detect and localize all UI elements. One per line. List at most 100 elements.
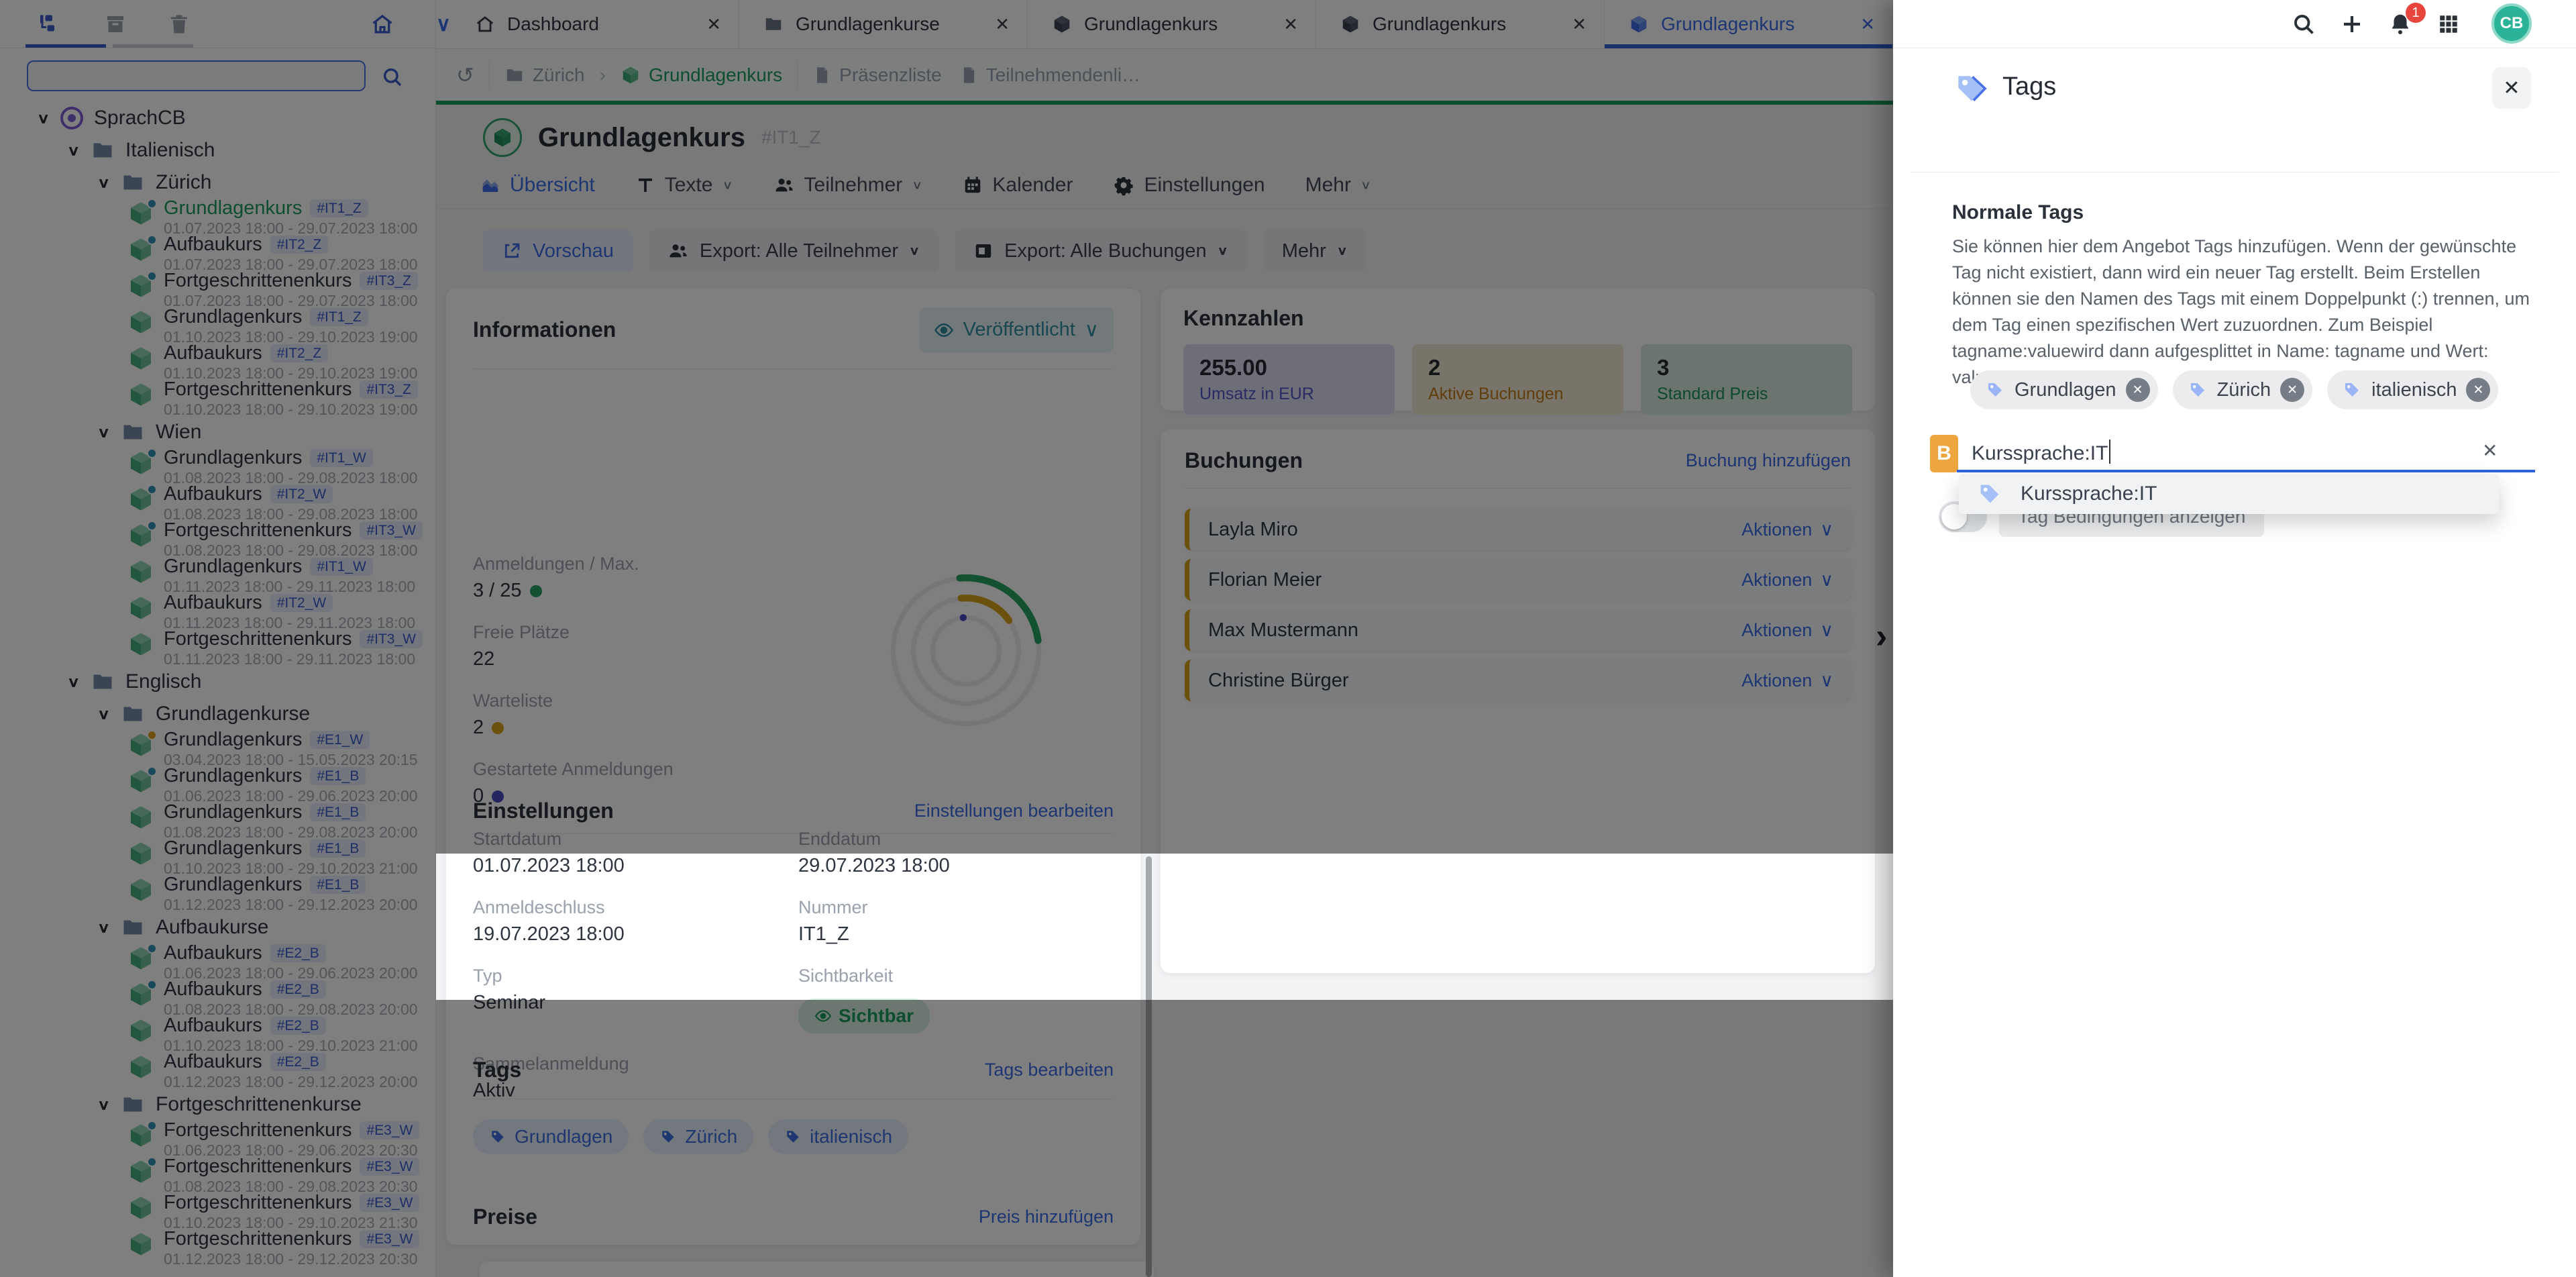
tags-edit-link[interactable]: Tags bearbeiten	[985, 1060, 1114, 1080]
tree-course-item[interactable]: Aufbaukurs#E2_B01.06.2023 18:00 - 29.06.…	[0, 943, 435, 980]
booking-actions-button[interactable]: Aktionen∨	[1741, 670, 1833, 691]
booking-row[interactable]: Max MustermannAktionen∨	[1185, 609, 1851, 651]
window-tab-grundlagenkurs[interactable]: Grundlagenkurs✕	[1316, 0, 1605, 48]
tag-suggestion-item[interactable]: Kurssprache:IT	[1959, 474, 2499, 514]
mehr-button[interactable]: Mehr∨	[1263, 229, 1366, 272]
tree-folder-item[interactable]: ∨Aufbaukurse	[0, 911, 435, 943]
close-icon[interactable]: ✕	[2492, 67, 2531, 109]
page-tab-teilnehmer[interactable]: Teilnehmer∨	[773, 174, 923, 197]
page-tab-übersicht[interactable]: Übersicht	[480, 174, 595, 197]
remove-tag-icon[interactable]: ✕	[2126, 378, 2150, 402]
tree-course-item[interactable]: Aufbaukurs#E2_B01.12.2023 18:00 - 29.12.…	[0, 1052, 435, 1088]
remove-tag-icon[interactable]: ✕	[2466, 378, 2490, 402]
course-name: Grundlagenkurs	[164, 447, 302, 468]
close-icon[interactable]: ✕	[1283, 14, 1298, 35]
tag-chip[interactable]: Grundlagen	[473, 1119, 629, 1154]
window-tab-grundlagenkurse[interactable]: Grundlagenkurse✕	[739, 0, 1028, 48]
tree-course-item[interactable]: Grundlagenkurs#E1_B01.06.2023 18:00 - 29…	[0, 766, 435, 803]
booking-row[interactable]: Layla MiroAktionen∨	[1185, 509, 1851, 550]
close-icon[interactable]: ✕	[995, 14, 1010, 35]
tree-course-item[interactable]: Grundlagenkurs#IT1_Z01.07.2023 18:00 - 2…	[0, 199, 435, 235]
tree-course-item[interactable]: Aufbaukurs#E2_B01.10.2023 18:00 - 29.10.…	[0, 1016, 435, 1052]
page-tab-mehr[interactable]: Mehr∨	[1305, 174, 1371, 197]
remove-tag-icon[interactable]: ✕	[2280, 378, 2304, 402]
tree-org-item[interactable]: ∨SprachCB	[0, 102, 435, 134]
close-icon[interactable]: ✕	[706, 14, 721, 35]
booking-actions-button[interactable]: Aktionen∨	[1741, 519, 1833, 540]
tree-course-item[interactable]: Grundlagenkurs#E1_B01.10.2023 18:00 - 29…	[0, 839, 435, 875]
tree-course-item[interactable]: Grundlagenkurs#E1_W03.04.2023 18:00 - 15…	[0, 730, 435, 766]
tree-course-item[interactable]: Grundlagenkurs#E1_B01.12.2023 18:00 - 29…	[0, 875, 435, 911]
clear-input-icon[interactable]: ✕	[2482, 440, 2498, 462]
breadcrumb-folder[interactable]: Zürich	[490, 64, 600, 86]
chart-icon	[480, 175, 500, 195]
tree-course-item[interactable]: Grundlagenkurs#IT1_W01.11.2023 18:00 - 2…	[0, 557, 435, 593]
tree-course-item[interactable]: Grundlagenkurs#E1_B01.08.2023 18:00 - 29…	[0, 803, 435, 839]
tree-course-item[interactable]: Aufbaukurs#E2_B01.08.2023 18:00 - 29.08.…	[0, 980, 435, 1016]
tree-folder-item[interactable]: ∨Italienisch	[0, 134, 435, 166]
search-icon[interactable]	[2289, 9, 2318, 39]
window-tab-dashboard[interactable]: Dashboard✕	[451, 0, 739, 48]
tree-course-item[interactable]: Grundlagenkurs#IT1_Z01.10.2023 18:00 - 2…	[0, 307, 435, 344]
breadcrumb-doc-teilnehmendenliste[interactable]: Teilnehmendenli…	[957, 64, 1155, 86]
tree-course-item[interactable]: Aufbaukurs#IT2_W01.08.2023 18:00 - 29.08…	[0, 484, 435, 521]
export-buchungen-button[interactable]: Export: Alle Buchungen∨	[955, 229, 1247, 272]
tag-input[interactable]: Kurssprache:IT	[1972, 440, 2110, 465]
tree-folder-item[interactable]: ∨Zürich	[0, 166, 435, 199]
tree-course-item[interactable]: Aufbaukurs#IT2_Z01.07.2023 18:00 - 29.07…	[0, 235, 435, 271]
page-tab-einstellungen[interactable]: Einstellungen	[1113, 174, 1265, 197]
home-icon[interactable]	[368, 9, 397, 39]
preis-add-link[interactable]: Preis hinzufügen	[979, 1207, 1114, 1227]
tree-course-item[interactable]: Aufbaukurs#IT2_W01.11.2023 18:00 - 29.11…	[0, 593, 435, 629]
archive-icon[interactable]	[101, 9, 130, 39]
tag-chip[interactable]: italienisch	[768, 1119, 908, 1154]
tree-folder-item[interactable]: ∨Wien	[0, 416, 435, 448]
apps-icon[interactable]	[2434, 9, 2463, 39]
tree-folder-item[interactable]: ∨Englisch	[0, 666, 435, 698]
course-cube-icon	[127, 1054, 154, 1080]
tree-folder-item[interactable]: ∨Fortgeschrittenenkurse	[0, 1088, 435, 1121]
page-tab-kalender[interactable]: Kalender	[963, 174, 1073, 197]
breadcrumb-doc-praesenzliste[interactable]: Präsenzliste	[798, 64, 957, 86]
field-label: Freie Plätze	[473, 622, 674, 643]
booking-row[interactable]: Christine BürgerAktionen∨	[1185, 660, 1851, 701]
trash-icon[interactable]	[164, 9, 194, 39]
tree-course-item[interactable]: Fortgeschrittenenkurs#IT3_Z01.07.2023 18…	[0, 271, 435, 307]
window-tab-grundlagenkurs[interactable]: Grundlagenkurs✕	[1605, 0, 1893, 48]
tree-course-item[interactable]: Fortgeschrittenenkurs#E3_W01.10.2023 18:…	[0, 1193, 435, 1229]
close-icon[interactable]: ✕	[1860, 14, 1875, 35]
tree-course-item[interactable]: Aufbaukurs#IT2_Z01.10.2023 18:00 - 29.10…	[0, 344, 435, 380]
vorschau-button[interactable]: Vorschau	[483, 229, 633, 272]
booking-actions-button[interactable]: Aktionen∨	[1741, 620, 1833, 641]
tree-folder-item[interactable]: ∨Grundlagenkurse	[0, 698, 435, 730]
tree-icon[interactable]	[34, 9, 63, 39]
booking-row[interactable]: Florian MeierAktionen∨	[1185, 559, 1851, 601]
avatar[interactable]: CB	[2491, 3, 2532, 44]
settings-edit-link[interactable]: Einstellungen bearbeiten	[914, 801, 1114, 821]
tree-course-item[interactable]: Fortgeschrittenenkurs#E3_W01.12.2023 18:…	[0, 1229, 435, 1266]
tree-course-item[interactable]: Fortgeschrittenenkurs#IT3_W01.08.2023 18…	[0, 521, 435, 557]
breadcrumb-course[interactable]: Grundlagenkurs	[606, 64, 797, 86]
page-tab-texte[interactable]: Texte∨	[635, 174, 733, 197]
panel-collapse-handle[interactable]: ›	[1876, 616, 1887, 656]
panel-header: 1 CB	[1893, 0, 2576, 48]
tag-chip[interactable]: Zürich	[643, 1119, 753, 1154]
buchung-add-link[interactable]: Buchung hinzufügen	[1686, 450, 1851, 471]
close-icon[interactable]: ✕	[1572, 14, 1587, 35]
search-icon[interactable]	[381, 66, 404, 89]
chevron-down-icon[interactable]: ∨	[436, 0, 451, 48]
tree-course-item[interactable]: Fortgeschrittenenkurs#E3_W01.08.2023 18:…	[0, 1157, 435, 1193]
tree-course-item[interactable]: Fortgeschrittenenkurs#IT3_W01.11.2023 18…	[0, 629, 435, 666]
publish-status-button[interactable]: Veröffentlicht∨	[919, 307, 1114, 352]
content-scrollbar[interactable]	[1146, 856, 1152, 1277]
sidebar-search-input[interactable]	[27, 60, 366, 91]
tag-label: Zürich	[685, 1126, 737, 1147]
tree-course-item[interactable]: Fortgeschrittenenkurs#E3_W01.06.2023 18:…	[0, 1121, 435, 1157]
tree-course-item[interactable]: Fortgeschrittenenkurs#IT3_Z01.10.2023 18…	[0, 380, 435, 416]
tree-course-item[interactable]: Grundlagenkurs#IT1_W01.08.2023 18:00 - 2…	[0, 448, 435, 484]
window-tab-grundlagenkurs[interactable]: Grundlagenkurs✕	[1028, 0, 1316, 48]
history-icon[interactable]: ↺	[456, 62, 474, 88]
booking-actions-button[interactable]: Aktionen∨	[1741, 570, 1833, 591]
add-icon[interactable]	[2337, 9, 2367, 39]
export-teilnehmer-button[interactable]: Export: Alle Teilnehmer∨	[649, 229, 938, 272]
